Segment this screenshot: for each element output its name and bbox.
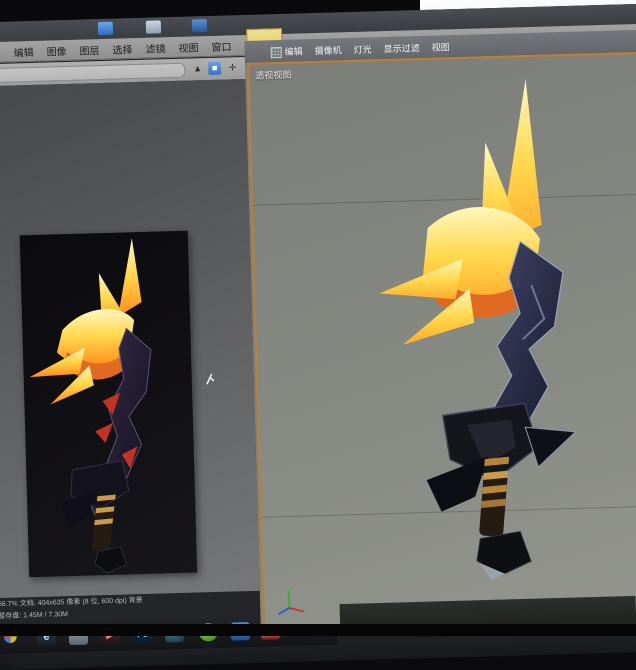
menu-file[interactable]: 文件 bbox=[0, 44, 1, 60]
menu-select[interactable]: 选择 bbox=[112, 41, 132, 57]
axis-tripod-icon bbox=[277, 589, 305, 616]
concept-art-document bbox=[19, 230, 198, 578]
max-menu-filter[interactable]: 显示过滤 bbox=[383, 41, 420, 55]
max-menu-view[interactable]: 视图 bbox=[431, 40, 450, 53]
viewport-label[interactable]: 透视视图 bbox=[255, 68, 291, 82]
move-tool-icon[interactable]: ✛ bbox=[226, 61, 239, 74]
menu-filter[interactable]: 滤镜 bbox=[145, 40, 165, 56]
titlebar-document-icon bbox=[145, 20, 162, 34]
monitor-bezel-bottom bbox=[0, 624, 636, 636]
max-menu-camera[interactable]: 摄像机 bbox=[314, 43, 342, 57]
concept-sword-art bbox=[29, 238, 152, 574]
grid-toggle-icon[interactable] bbox=[270, 46, 282, 59]
options-input-field[interactable] bbox=[0, 62, 186, 84]
cursor-mark-icon bbox=[206, 373, 215, 385]
max-viewport-window: 编辑 摄像机 灯光 显示过滤 视图 透视视图 bbox=[244, 27, 636, 637]
active-mode-icon[interactable]: ■ bbox=[207, 61, 222, 76]
monitor-screen: 文件 编辑 图像 图层 选择 滤镜 视图 窗口 帮助 ▲ ■ ✛ ⚓ bbox=[0, 3, 636, 670]
perspective-viewport[interactable]: 透视视图 bbox=[246, 51, 636, 633]
max-menu-light[interactable]: 灯光 bbox=[353, 42, 372, 55]
model-sword-3d bbox=[379, 79, 577, 581]
menu-window[interactable]: 窗口 bbox=[211, 38, 231, 54]
menu-view[interactable]: 视图 bbox=[178, 39, 198, 55]
tool-triangle-icon[interactable]: ▲ bbox=[191, 62, 204, 75]
menu-edit[interactable]: 编辑 bbox=[13, 43, 33, 59]
max-menu-edit[interactable]: 编辑 bbox=[284, 44, 303, 57]
titlebar-window-icon bbox=[191, 19, 208, 33]
menu-image[interactable]: 图像 bbox=[46, 42, 66, 58]
menu-layer[interactable]: 图层 bbox=[79, 42, 99, 58]
photoshop-canvas-area[interactable] bbox=[0, 78, 261, 615]
titlebar-app-icon bbox=[97, 21, 114, 36]
